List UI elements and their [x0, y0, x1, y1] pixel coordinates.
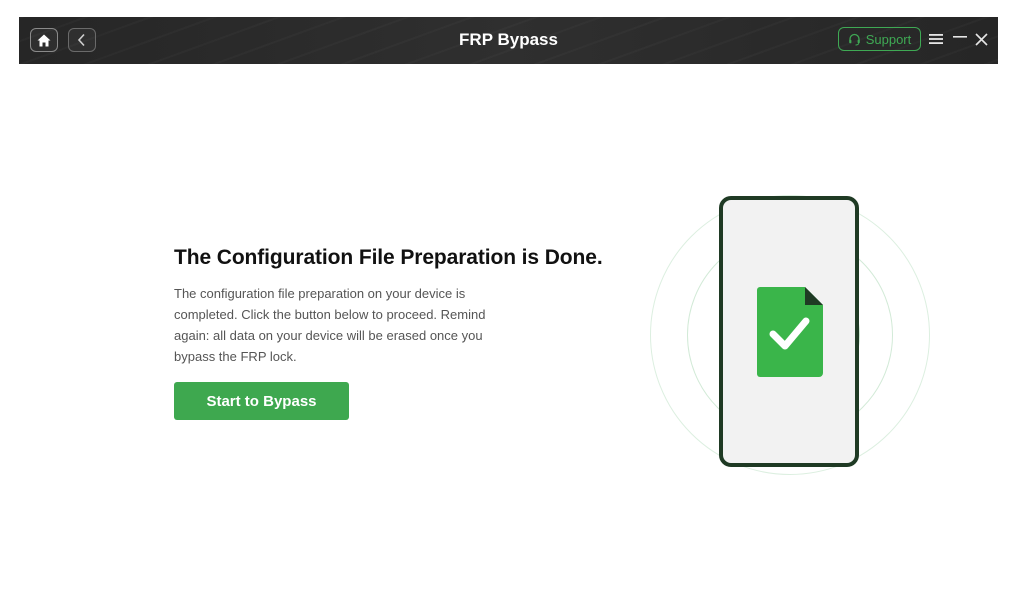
start-to-bypass-button[interactable]: Start to Bypass	[174, 382, 349, 420]
close-icon	[974, 32, 988, 46]
close-button[interactable]	[972, 29, 990, 49]
chevron-left-icon	[77, 33, 85, 47]
home-button[interactable]	[30, 28, 58, 52]
title-bar: FRP Bypass Support	[19, 17, 998, 64]
main-content: The Configuration File Preparation is Do…	[174, 243, 634, 420]
support-button[interactable]: Support	[838, 27, 921, 51]
minimize-button[interactable]	[951, 29, 969, 49]
headset-icon	[848, 33, 860, 45]
minimize-icon	[953, 36, 967, 38]
document-check-icon	[757, 287, 823, 377]
home-icon	[37, 34, 51, 46]
phone-illustration	[640, 185, 940, 485]
back-button[interactable]	[68, 28, 96, 52]
menu-button[interactable]	[927, 29, 945, 49]
page-description: The configuration file preparation on yo…	[174, 286, 486, 364]
hamburger-menu-icon	[929, 34, 943, 44]
support-label: Support	[865, 31, 912, 47]
page-heading: The Configuration File Preparation is Do…	[174, 246, 603, 269]
